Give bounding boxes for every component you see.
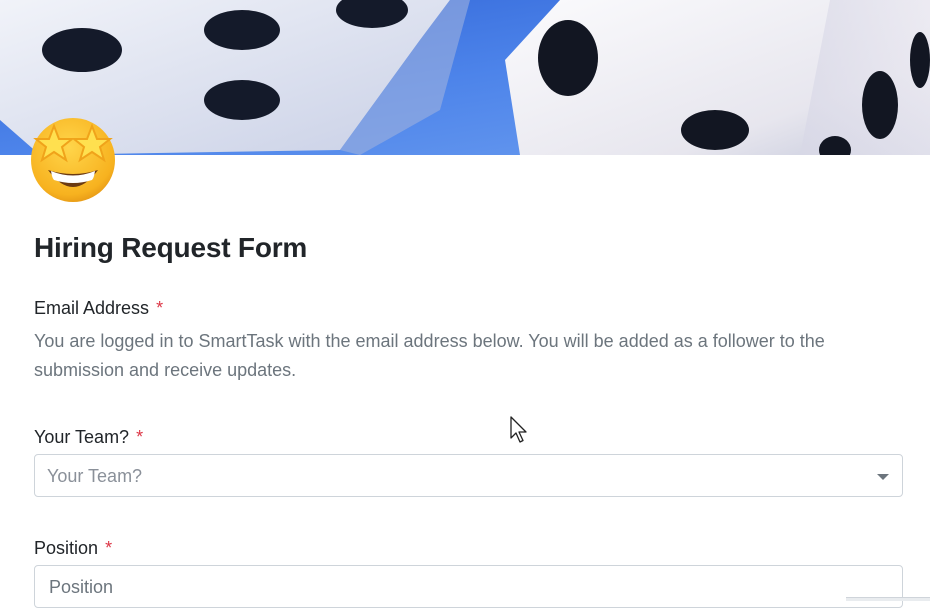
star-struck-emoji-icon — [26, 112, 120, 204]
position-label: Position * — [34, 536, 903, 560]
team-select-placeholder: Your Team? — [47, 466, 143, 486]
required-asterisk: * — [156, 298, 164, 318]
position-input-placeholder: Position — [49, 577, 114, 597]
mouse-pointer-icon — [510, 416, 530, 444]
position-label-text: Position — [34, 538, 99, 558]
email-label-text: Email Address — [34, 298, 150, 318]
floating-widget-edge[interactable] — [846, 597, 930, 601]
position-field-group: Position * Position — [34, 536, 903, 608]
team-label: Your Team? * — [34, 425, 903, 449]
position-input[interactable]: Position — [34, 565, 903, 608]
required-asterisk: * — [136, 427, 144, 447]
team-field-group: Your Team? * Your Team? — [34, 425, 903, 497]
email-field-group: Email Address * You are logged in to Sma… — [34, 296, 903, 385]
team-select[interactable]: Your Team? — [34, 454, 903, 497]
caret-down-icon[interactable] — [877, 474, 889, 480]
header-banner-image — [0, 0, 930, 155]
team-label-text: Your Team? — [34, 427, 130, 447]
required-asterisk: * — [105, 538, 113, 558]
email-label: Email Address * — [34, 296, 903, 320]
hiring-request-form: Hiring Request Form Email Address * You … — [34, 226, 903, 608]
email-help-text: You are logged in to SmartTask with the … — [34, 331, 825, 380]
form-title: Hiring Request Form — [34, 232, 308, 263]
